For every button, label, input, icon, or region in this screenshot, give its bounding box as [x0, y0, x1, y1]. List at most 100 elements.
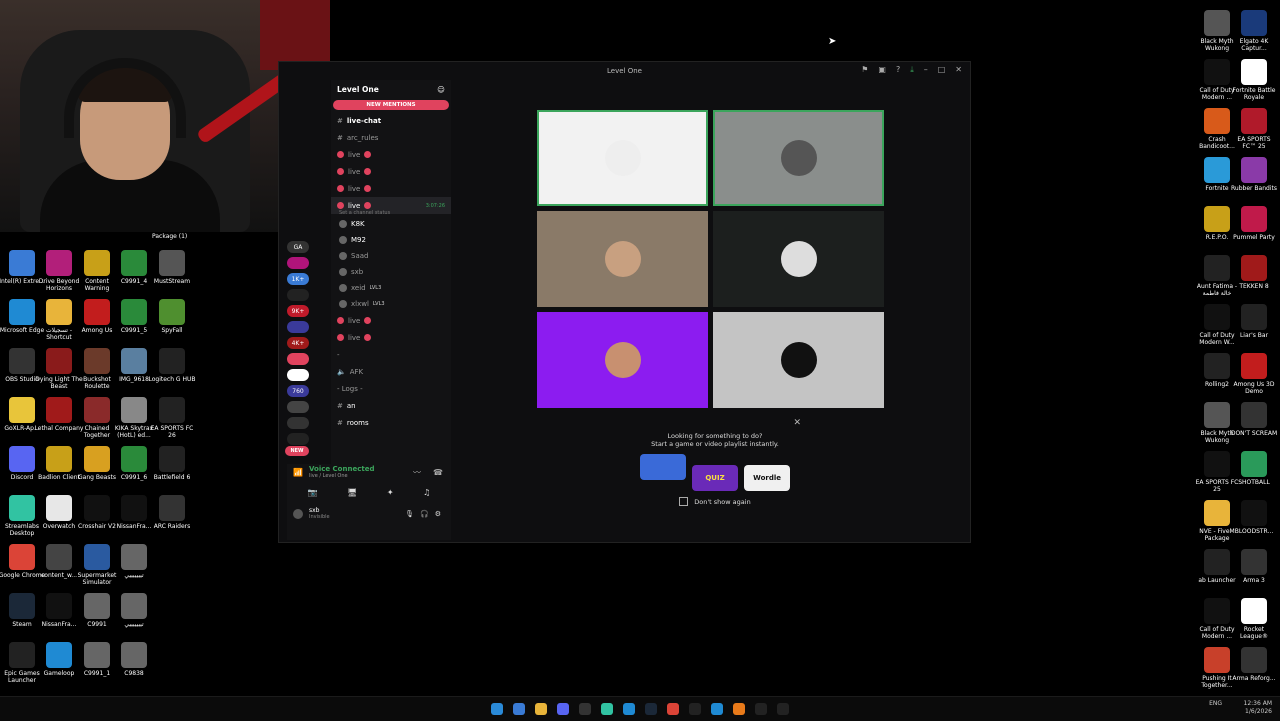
channel-item[interactable]: # arc_rules [331, 129, 451, 146]
desktop-icon[interactable]: Pummel Party [1230, 206, 1278, 241]
app3-taskbar-icon[interactable] [777, 703, 789, 715]
channel-item[interactable]: live [331, 312, 451, 329]
server-icon[interactable] [287, 417, 309, 429]
desktop-icon[interactable]: SpyFall [147, 299, 197, 334]
start-icon[interactable] [491, 703, 503, 715]
desktop-icon[interactable]: SHOTBALL [1230, 451, 1278, 486]
disconnect-icon[interactable]: ☎ [433, 468, 443, 477]
channel-item[interactable]: live [331, 146, 451, 163]
close-prompt-icon[interactable]: ✕ [793, 418, 801, 428]
desktop-icon[interactable]: Liar's Bar [1230, 304, 1278, 339]
server-icon[interactable] [287, 257, 309, 269]
desktop-icon[interactable]: BLOODSTR... [1230, 500, 1278, 535]
desktop-icon[interactable]: ARC Raiders [147, 495, 197, 530]
video-tile[interactable] [537, 110, 708, 206]
desktop-icon[interactable]: Arma 3 [1230, 549, 1278, 584]
inbox-icon[interactable]: ⚑ [861, 65, 868, 75]
video-tile[interactable] [537, 312, 708, 408]
voice-user[interactable]: sxb [331, 264, 451, 280]
video-tile[interactable] [713, 211, 884, 307]
activity-card-wordle[interactable]: Wordle [744, 465, 791, 491]
server-icon[interactable]: 1K+ [287, 273, 309, 285]
desktop-icon[interactable]: Logitech G HUB [147, 348, 197, 383]
desktop-icon[interactable]: تيييييييي [109, 593, 159, 628]
window-titlebar[interactable]: Level One ⚑ ▣ ? ⤓ – □ ✕ [279, 62, 970, 80]
steam-taskbar-icon[interactable] [645, 703, 657, 715]
file-explorer-icon[interactable] [535, 703, 547, 715]
channel-item[interactable]: 🔈 AFK [331, 363, 451, 380]
voice-user[interactable]: xlxwl LVL3 [331, 296, 451, 312]
maximize-icon[interactable]: □ [938, 65, 946, 75]
server-icon[interactable]: GA [287, 241, 309, 253]
language-indicator[interactable]: ENG [1209, 700, 1222, 707]
server-icon[interactable]: 760 [287, 385, 309, 397]
channel-item[interactable]: # rooms [331, 414, 451, 431]
activity-card-1[interactable] [639, 454, 686, 480]
channel-item[interactable]: # live-chat [331, 112, 451, 129]
system-tray[interactable]: ENG 12:36 AM 1/6/2026 [1209, 700, 1272, 715]
channel-item[interactable]: - [331, 346, 451, 363]
channel-item[interactable]: - Logs - [331, 380, 451, 397]
server-icon[interactable] [287, 289, 309, 301]
channel-item[interactable]: live [331, 329, 451, 346]
help-icon[interactable]: ? [896, 65, 900, 75]
channel-item[interactable]: live [331, 180, 451, 197]
streamlabs-taskbar-icon[interactable] [601, 703, 613, 715]
desktop-icon[interactable]: Elgato 4K Captur... [1230, 10, 1278, 52]
desktop-icon[interactable]: MustStream [147, 250, 197, 285]
server-header[interactable]: Level One ☺ [331, 80, 451, 98]
new-mentions-banner[interactable]: NEW MENTIONS [333, 100, 449, 110]
camera-icon[interactable]: 📷 [308, 488, 318, 497]
server-icon[interactable] [287, 353, 309, 365]
copilot-icon[interactable] [513, 703, 525, 715]
desktop-icon[interactable]: Arma Reforg... [1230, 647, 1278, 682]
video-tile[interactable] [713, 110, 884, 206]
settings-icon[interactable]: ⚙ [435, 510, 441, 518]
channel-item[interactable]: # an [331, 397, 451, 414]
dont-show-checkbox[interactable] [679, 497, 689, 506]
soundboard-icon[interactable]: ♫ [423, 488, 430, 497]
desktop-icon[interactable]: Rubber Bandits [1230, 157, 1278, 192]
voice-user[interactable]: Saad [331, 248, 451, 264]
new-badge[interactable]: NEW [285, 446, 309, 456]
logitech-taskbar-icon[interactable] [755, 703, 767, 715]
desktop-icon[interactable]: Fortnite Battle Royale [1230, 59, 1278, 101]
download-icon[interactable]: ⤓ [910, 65, 914, 75]
desktop-icon[interactable]: TEKKEN 8 [1230, 255, 1278, 290]
avatar[interactable] [293, 508, 303, 519]
close-icon[interactable]: ✕ [955, 65, 962, 75]
screen-icon[interactable]: ▣ [878, 65, 886, 75]
desktop-icon[interactable]: تيييييييي [109, 544, 159, 579]
activities-icon[interactable]: ✦ [387, 488, 394, 497]
server-icon[interactable]: 4K+ [287, 337, 309, 349]
screen-share-icon[interactable]: 🖥 [347, 488, 357, 497]
voice-user[interactable]: M92 [331, 232, 451, 248]
server-icon[interactable] [287, 433, 309, 445]
epic-taskbar-icon[interactable] [689, 703, 701, 715]
desktop-icon[interactable]: EA SPORTS FC™ 25 [1230, 108, 1278, 150]
desktop-icon[interactable]: Among Us 3D Demo [1230, 353, 1278, 395]
desktop-icon[interactable]: C9838 [109, 642, 159, 677]
server-icon[interactable] [287, 401, 309, 413]
video-tile[interactable] [713, 312, 884, 408]
desktop-icon[interactable]: DON'T SCREAM [1230, 402, 1278, 437]
desktop-icon[interactable]: Battlefield 6 [147, 446, 197, 481]
app-taskbar-icon[interactable] [623, 703, 635, 715]
discord-taskbar-icon[interactable] [557, 703, 569, 715]
server-icon[interactable] [287, 369, 309, 381]
voice-user[interactable]: K8K [331, 216, 451, 232]
xbox-icon[interactable] [579, 703, 591, 715]
video-tile[interactable] [537, 211, 708, 307]
headphones-icon[interactable]: 🎧 [420, 510, 429, 518]
edge-taskbar-icon[interactable] [711, 703, 723, 715]
minimize-icon[interactable]: – [924, 65, 928, 75]
channel-item[interactable]: live [331, 163, 451, 180]
desktop-icon[interactable]: EA SPORTS FC 26 [147, 397, 197, 439]
app2-taskbar-icon[interactable] [733, 703, 745, 715]
add-member-icon[interactable]: ☺ [437, 85, 445, 94]
server-icon[interactable] [287, 321, 309, 333]
desktop-icon[interactable]: Rocket League® [1230, 598, 1278, 640]
mic-icon[interactable]: 🎙 [405, 510, 414, 518]
activity-card-quiz[interactable]: QUIZ [692, 465, 738, 491]
noise-suppression-icon[interactable]: 〰 [413, 467, 421, 478]
